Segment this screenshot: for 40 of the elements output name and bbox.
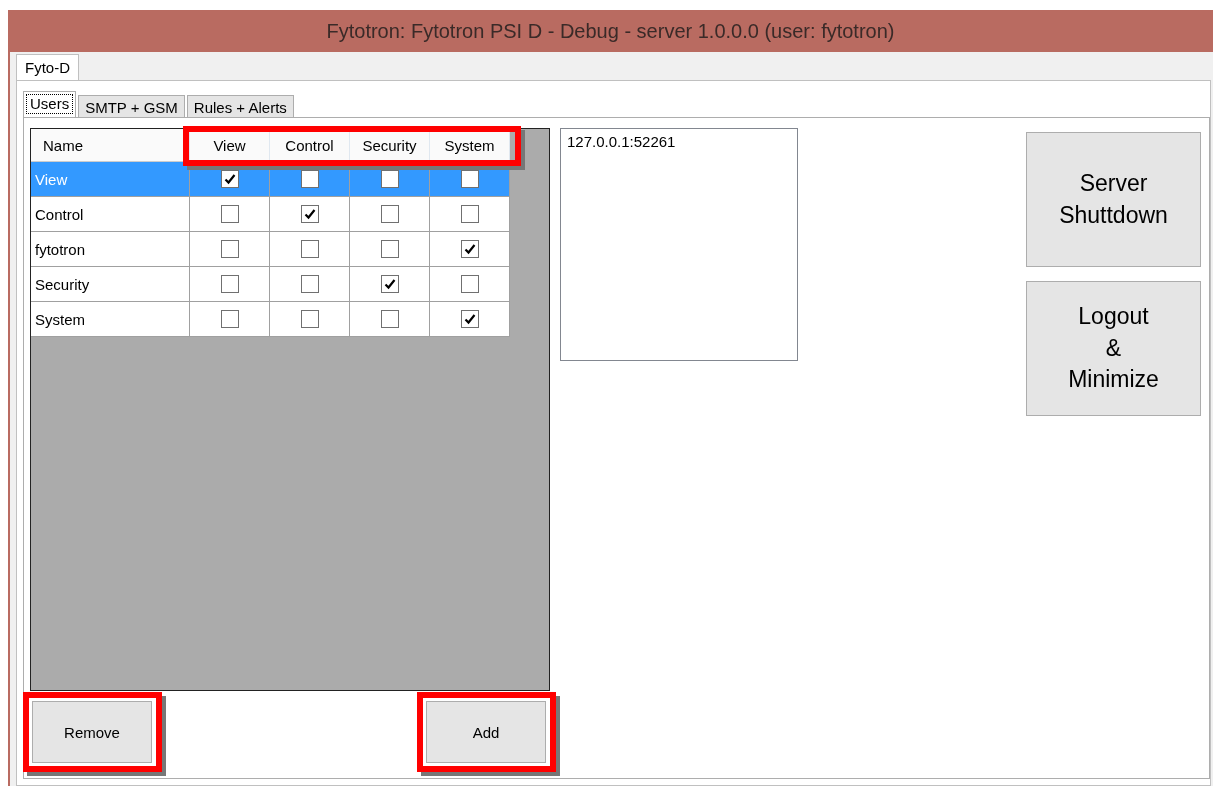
table-cell[interactable]: fytotron <box>31 232 190 267</box>
checkbox[interactable] <box>300 275 319 293</box>
checkbox[interactable] <box>300 310 319 328</box>
tab[interactable]: Users <box>23 91 77 117</box>
checkbox[interactable] <box>220 240 239 258</box>
tab[interactable]: Fyto-D <box>16 54 79 80</box>
checkbox[interactable] <box>220 275 239 293</box>
checkmark-icon <box>463 313 476 325</box>
checkmark-icon <box>463 243 476 255</box>
checkbox[interactable] <box>460 310 479 328</box>
checkbox[interactable] <box>300 170 319 188</box>
checkbox[interactable] <box>460 205 479 223</box>
tab[interactable]: Rules + Alerts <box>186 95 294 117</box>
checkmark-icon <box>223 173 236 185</box>
checkbox[interactable] <box>300 240 319 258</box>
checkbox[interactable] <box>380 170 399 188</box>
checkbox[interactable] <box>220 310 239 328</box>
action-button[interactable]: Add <box>426 701 546 763</box>
checkbox[interactable] <box>380 310 399 328</box>
column-header[interactable]: Name <box>31 129 190 162</box>
checkbox[interactable] <box>380 275 399 293</box>
action-button[interactable]: Server Shuttdown <box>1026 132 1201 267</box>
table-cell[interactable]: System <box>31 302 190 337</box>
checkbox[interactable] <box>220 205 239 223</box>
action-button[interactable]: Remove <box>32 701 152 763</box>
checkbox[interactable] <box>460 240 479 258</box>
checkbox[interactable] <box>380 240 399 258</box>
checkmark-icon <box>383 278 396 290</box>
checkbox[interactable] <box>460 275 479 293</box>
checkbox[interactable] <box>380 205 399 223</box>
list-item[interactable]: 127.0.0.1:52261 <box>567 133 791 150</box>
action-button[interactable]: Logout & Minimize <box>1026 281 1201 416</box>
table-cell[interactable]: Control <box>31 197 190 232</box>
checkbox[interactable] <box>300 205 319 223</box>
checkbox[interactable] <box>460 170 479 188</box>
checkmark-icon <box>303 208 316 220</box>
tab[interactable]: SMTP + GSM <box>78 95 185 117</box>
window-title: Fytotron: Fytotron PSI D - Debug - server 1.0.0.0 (user: fytotron) <box>325 18 896 44</box>
checkbox[interactable] <box>220 170 239 188</box>
table-cell[interactable]: Security <box>31 267 190 302</box>
